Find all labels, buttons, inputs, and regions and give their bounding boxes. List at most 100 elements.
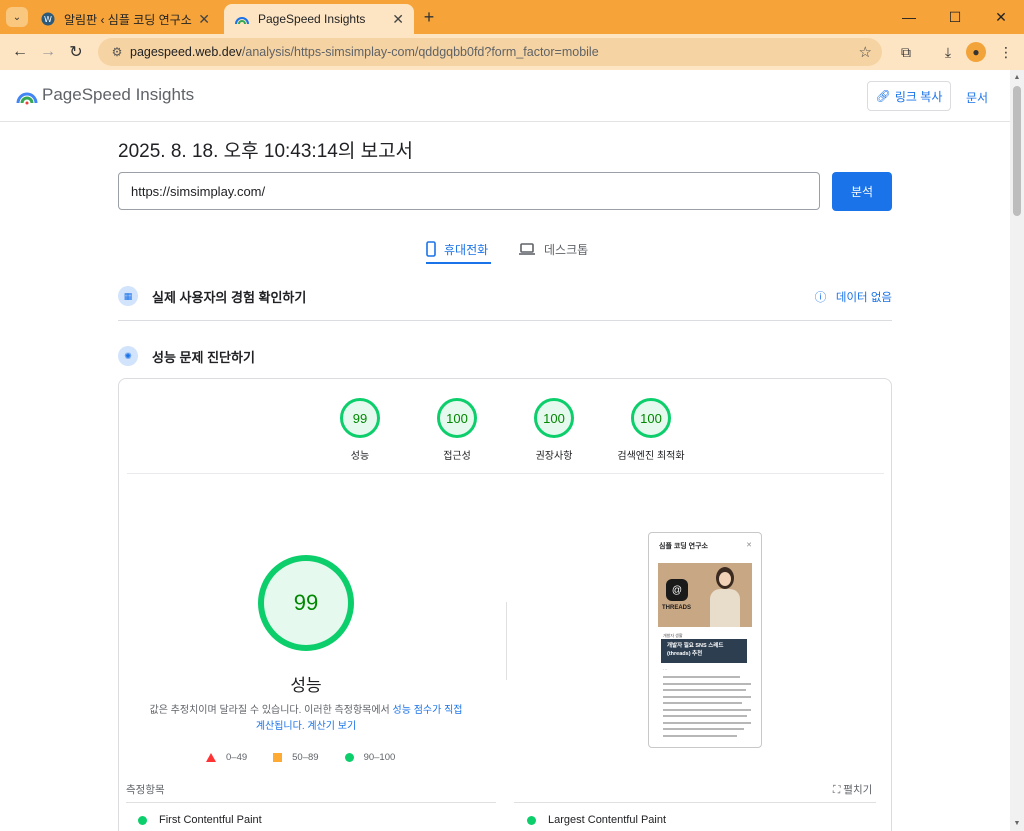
tab-title: 알림판 ‹ 심플 코딩 연구소 — WordPress bbox=[64, 12, 194, 27]
score-gauge-performance[interactable]: 99 성능 bbox=[310, 398, 410, 462]
expand-view-icon: ⛶ bbox=[833, 784, 841, 796]
threads-logo-icon: @ bbox=[666, 579, 688, 601]
performance-label: 성능 bbox=[290, 676, 322, 695]
gauge-label: 검색엔진 최적화 bbox=[617, 451, 685, 462]
more-menu-icon[interactable]: ⋮ bbox=[994, 40, 1018, 64]
copy-link-label: 링크 복사 bbox=[894, 89, 943, 104]
no-data-link[interactable]: ⓘ 데이터 없음 bbox=[815, 289, 892, 305]
address-bar[interactable]: ⚙ pagespeed.web.dev/analysis/https-simsi… bbox=[98, 38, 882, 66]
screenshot-hero-image: @ THREADS bbox=[658, 563, 752, 627]
tab-pagespeed[interactable]: PageSpeed Insights ✕ bbox=[224, 4, 414, 34]
page-scrollbar[interactable]: ▲ ▼ bbox=[1010, 70, 1024, 831]
screenshot-body-text bbox=[663, 676, 751, 741]
gauge-value: 100 bbox=[631, 398, 671, 438]
docs-link[interactable]: 문서 bbox=[966, 89, 988, 106]
gauges-divider bbox=[127, 473, 884, 474]
no-data-label: 데이터 없음 bbox=[835, 292, 892, 304]
legend-fail: 0–49 bbox=[206, 752, 247, 763]
maximize-icon[interactable]: ☐ bbox=[932, 0, 978, 34]
active-tab-indicator bbox=[426, 262, 491, 264]
pass-circle-icon bbox=[344, 753, 354, 762]
score-description: 값은 추정치이며 달라질 수 있습니다. 이러한 측정항목에서 성능 점수가 직… bbox=[146, 703, 466, 735]
report-title: 2025. 8. 18. 오후 10:43:14의 보고서 bbox=[118, 141, 414, 162]
analyze-button[interactable]: 분석 bbox=[832, 172, 892, 211]
reload-icon[interactable]: ↻ bbox=[64, 40, 88, 64]
url-input[interactable]: https://simsimplay.com/ bbox=[118, 172, 820, 210]
download-icon[interactable]: ⤓ bbox=[936, 40, 960, 64]
metric-name: First Contentful Paint bbox=[159, 814, 262, 826]
vertical-divider bbox=[506, 602, 507, 680]
gauge-value: 99 bbox=[340, 398, 380, 438]
calculator-link[interactable]: 계산기 보기 bbox=[307, 721, 356, 732]
average-square-icon bbox=[273, 753, 283, 762]
pass-circle-icon bbox=[138, 815, 147, 825]
back-icon[interactable]: ← bbox=[8, 40, 32, 64]
browser-toolbar: ← → ↻ ⚙ pagespeed.web.dev/analysis/https… bbox=[0, 34, 1024, 70]
wordpress-icon: W bbox=[40, 11, 56, 27]
laptop-icon bbox=[519, 243, 535, 255]
diagnose-icon: ✺ bbox=[118, 346, 138, 366]
extensions-icon[interactable]: ⧉ bbox=[894, 40, 918, 64]
url-path: /analysis/https-simsimplay-com/qddgqbb0f… bbox=[241, 45, 599, 59]
tab-close-icon[interactable]: ✕ bbox=[198, 11, 210, 28]
expand-view-label: 펼치기 bbox=[843, 784, 873, 796]
link-icon: 🔗︎ bbox=[875, 89, 891, 103]
fail-triangle-icon bbox=[206, 753, 216, 762]
gauge-label: 접근성 bbox=[443, 451, 471, 462]
pagespeed-logo-icon bbox=[16, 92, 38, 105]
pass-circle-icon bbox=[527, 815, 536, 825]
forward-icon[interactable]: → bbox=[36, 40, 60, 64]
bookmark-star-icon[interactable]: ☆ bbox=[859, 43, 872, 61]
screenshot-close-icon: ✕ bbox=[746, 542, 752, 549]
copy-link-button[interactable]: 🔗︎ 링크 복사 bbox=[867, 81, 951, 111]
screenshot-meta: ⋯ bbox=[663, 667, 667, 672]
final-screenshot: 심플 코딩 연구소 ✕ @ THREADS 개발자 생활 개발자 필요 SNS … bbox=[648, 532, 762, 748]
svg-text:W: W bbox=[44, 15, 52, 24]
metrics-divider-left bbox=[126, 802, 496, 803]
legend-average: 50–89 bbox=[273, 752, 319, 763]
scroll-up-icon[interactable]: ▲ bbox=[1013, 74, 1021, 81]
field-data-section[interactable]: ▦ 실제 사용자의 경험 확인하기 ⓘ 데이터 없음 bbox=[118, 281, 892, 311]
psi-header: PageSpeed Insights 🔗︎ 링크 복사 문서 bbox=[0, 70, 1010, 122]
tab-close-icon[interactable]: ✕ bbox=[392, 11, 404, 28]
field-data-title: 실제 사용자의 경험 확인하기 bbox=[152, 289, 307, 305]
diagnose-title: 성능 문제 진단하기 bbox=[152, 349, 255, 365]
legend-pass: 90–100 bbox=[344, 752, 396, 763]
metric-lcp: Largest Contentful Paint bbox=[527, 814, 666, 826]
profile-avatar-icon[interactable]: ● bbox=[966, 42, 986, 62]
metrics-heading: 측정항목 bbox=[126, 784, 165, 796]
section-divider bbox=[118, 320, 892, 321]
tab-desktop[interactable]: 데스크톱 bbox=[518, 234, 588, 264]
expand-view-toggle[interactable]: ⛶ 펼치기 bbox=[833, 782, 872, 797]
pagespeed-icon bbox=[234, 11, 250, 27]
brand-name: PageSpeed Insights bbox=[42, 85, 195, 104]
threads-logo-text: THREADS bbox=[662, 605, 692, 611]
score-legend: 0–49 50–89 90–100 bbox=[206, 752, 421, 763]
tab-strip: ⌄ W 알림판 ‹ 심플 코딩 연구소 — WordPress ✕ PageSp… bbox=[0, 0, 1024, 34]
desc-text: 값은 추정치이며 달라질 수 있습니다. 이러한 측정항목에서 bbox=[149, 705, 393, 716]
site-info-icon[interactable]: ⚙ bbox=[104, 45, 130, 59]
tab-wordpress[interactable]: W 알림판 ‹ 심플 코딩 연구소 — WordPress ✕ bbox=[30, 4, 220, 34]
score-gauge-seo[interactable]: 100 검색엔진 최적화 bbox=[601, 398, 701, 462]
tab-search-button[interactable]: ⌄ bbox=[6, 7, 28, 27]
gauge-value: 100 bbox=[534, 398, 574, 438]
gauge-value: 100 bbox=[437, 398, 477, 438]
tab-mobile[interactable]: 휴대전화 bbox=[426, 234, 488, 264]
gauge-label: 성능 bbox=[350, 451, 370, 462]
metric-fcp: First Contentful Paint bbox=[138, 814, 262, 826]
score-gauge-accessibility[interactable]: 100 접근성 bbox=[407, 398, 507, 462]
score-gauge-best-practices[interactable]: 100 권장사항 bbox=[504, 398, 604, 462]
legend-fail-label: 0–49 bbox=[226, 752, 248, 763]
tab-mobile-label: 휴대전화 bbox=[444, 242, 489, 257]
close-window-icon[interactable]: ✕ bbox=[978, 0, 1024, 34]
minimize-icon[interactable]: — bbox=[886, 0, 932, 34]
scroll-down-icon[interactable]: ▼ bbox=[1013, 820, 1021, 827]
legend-average-label: 50–89 bbox=[292, 752, 319, 763]
smartphone-icon bbox=[426, 241, 436, 257]
page-content: PageSpeed Insights 🔗︎ 링크 복사 문서 2025. 8. … bbox=[0, 70, 1010, 831]
new-tab-button[interactable]: + bbox=[418, 6, 440, 28]
legend-pass-label: 90–100 bbox=[363, 752, 396, 763]
gauge-label: 권장사항 bbox=[535, 451, 573, 462]
info-icon: ⓘ bbox=[814, 292, 827, 304]
scroll-thumb[interactable] bbox=[1013, 86, 1021, 216]
